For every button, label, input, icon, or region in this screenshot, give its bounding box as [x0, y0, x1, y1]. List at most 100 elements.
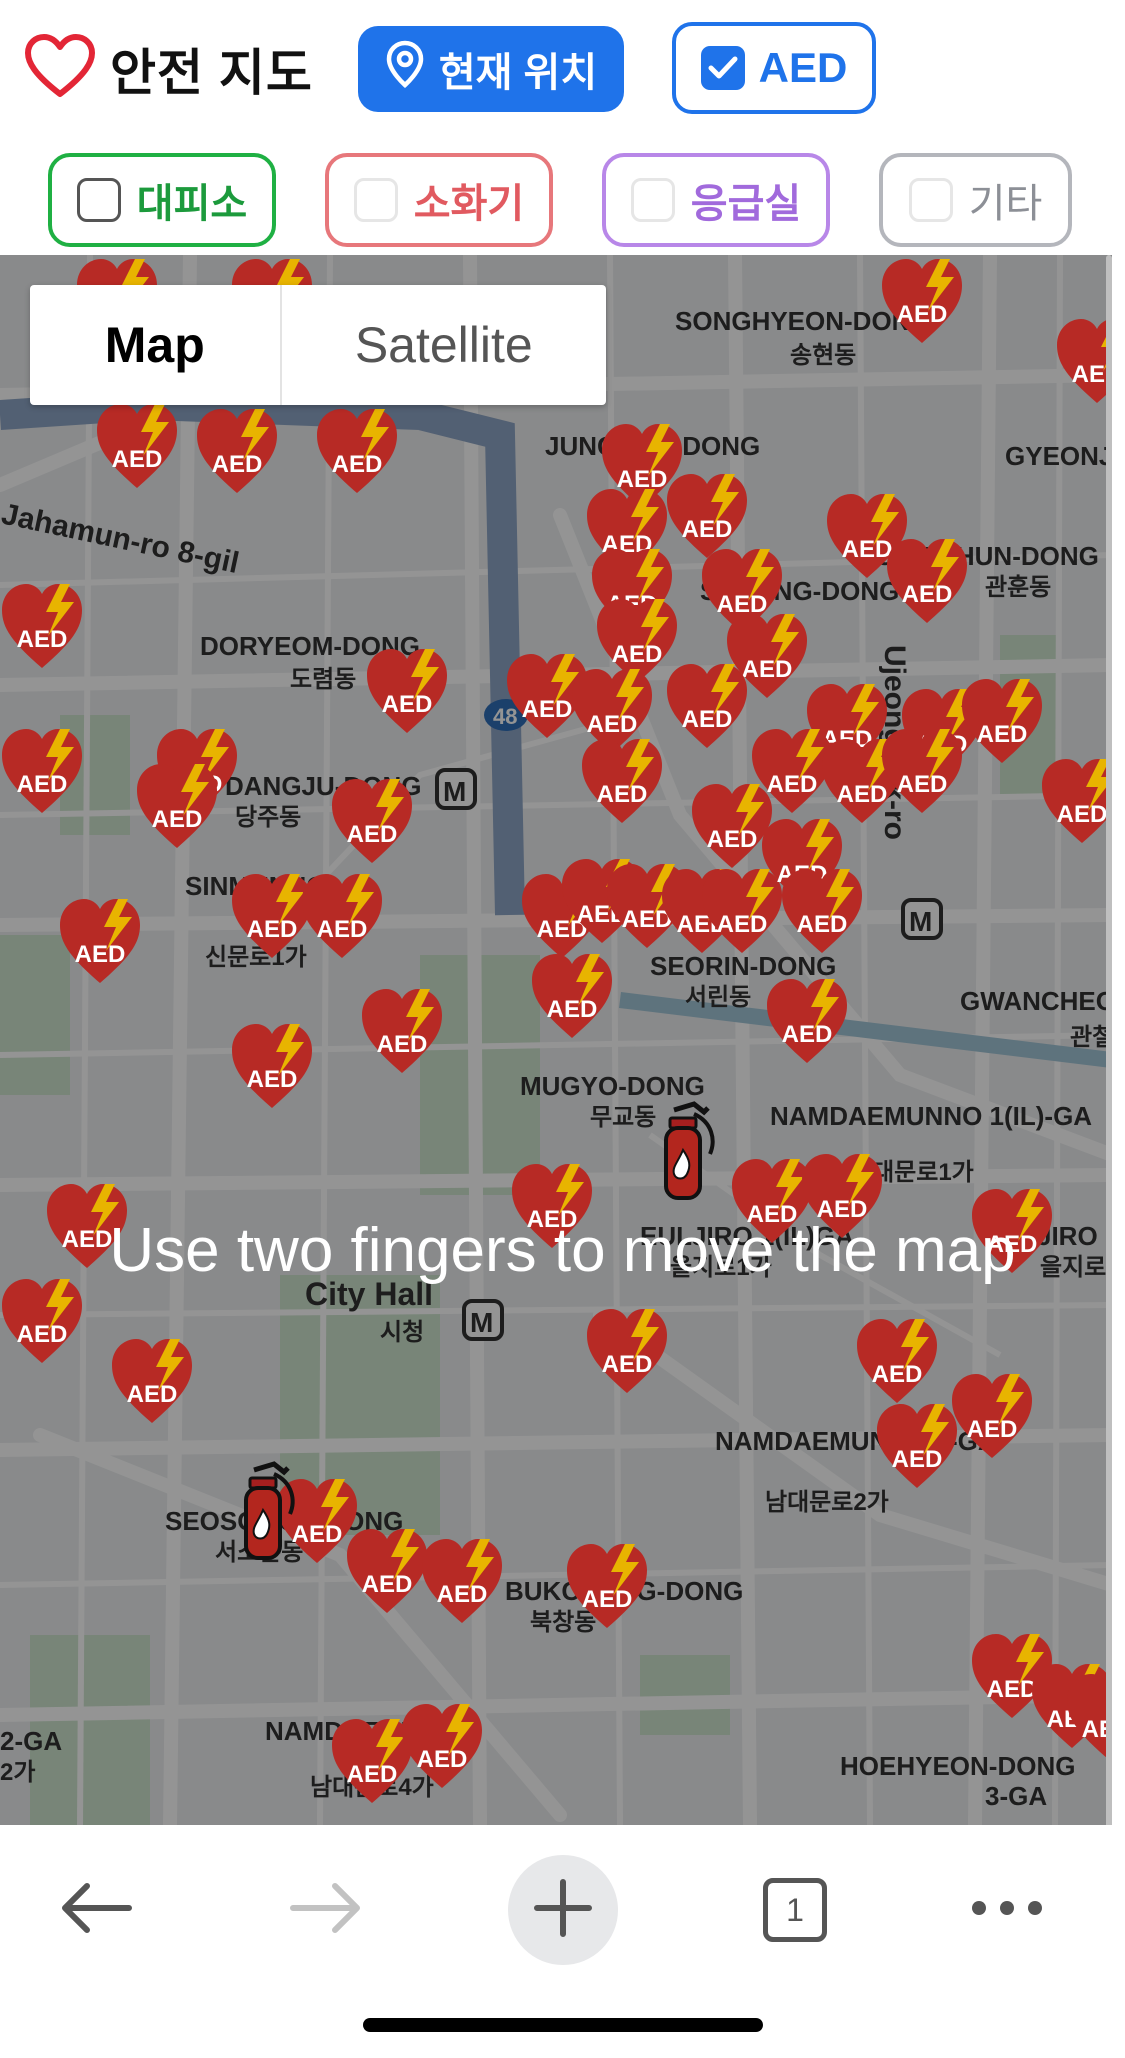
location-pin-icon: [385, 40, 425, 98]
aed-marker[interactable]: AED: [765, 975, 861, 1065]
aed-marker[interactable]: AED: [360, 985, 456, 1075]
aed-marker[interactable]: AED: [195, 405, 291, 495]
filter-label: 소화기: [413, 182, 525, 226]
app-header: 안전 지도 현재 위치 AED 대피소 소화기 응급실 기타: [0, 0, 1125, 255]
aed-marker-label: AED: [126, 1381, 178, 1408]
aed-marker-label: AED: [376, 1031, 428, 1058]
aed-marker-label: AED: [381, 691, 433, 718]
forward-button[interactable]: [272, 1855, 382, 1965]
aed-marker[interactable]: AED: [0, 725, 96, 815]
app-title: 안전 지도: [110, 45, 313, 101]
aed-marker-label: AED: [601, 1351, 653, 1378]
aed-marker[interactable]: AED: [530, 950, 626, 1040]
aed-marker-label: AED: [316, 916, 368, 943]
map-type-map-button[interactable]: Map: [30, 285, 282, 405]
aed-marker-label: AED: [901, 581, 953, 608]
checkbox-icon[interactable]: [76, 178, 121, 222]
aed-marker-label: AED: [346, 821, 398, 848]
aed-marker[interactable]: AED: [1040, 755, 1112, 845]
checkbox-icon[interactable]: [908, 178, 953, 222]
filter-extinguisher[interactable]: 소화기: [325, 153, 553, 247]
aed-marker-label: AED: [681, 706, 733, 733]
aed-marker[interactable]: AED: [0, 1275, 96, 1365]
filter-emergency-room[interactable]: 응급실: [602, 153, 830, 247]
aed-marker-label: AED: [16, 1321, 68, 1348]
map-view[interactable]: SONGHYEON-DONG 송현동 JUNGHAK-DONG GYEONJI …: [0, 255, 1112, 1825]
aed-marker-label: AED: [896, 301, 948, 328]
aed-marker[interactable]: AED: [230, 1020, 326, 1110]
aed-toggle-label: AED: [758, 44, 848, 91]
aed-marker[interactable]: AED: [880, 255, 976, 345]
aed-marker[interactable]: AED: [400, 1700, 496, 1790]
aed-marker[interactable]: AED: [585, 1305, 681, 1395]
aed-marker[interactable]: AED: [95, 400, 191, 490]
aed-marker[interactable]: AED: [58, 895, 154, 985]
aed-marker[interactable]: AED: [0, 580, 96, 670]
aed-marker[interactable]: AED: [880, 725, 976, 815]
filter-label: 대피소: [136, 182, 248, 226]
aed-marker-label: AED: [361, 1571, 413, 1598]
filter-label: 기타: [968, 182, 1043, 226]
aed-marker-label: AED: [1081, 1716, 1112, 1743]
aed-marker-label: AED: [1071, 361, 1112, 388]
aed-marker[interactable]: AED: [780, 865, 876, 955]
fire-extinguisher-icon[interactable]: [240, 1460, 300, 1570]
tabs-button[interactable]: 1: [740, 1855, 850, 1965]
aed-marker-label: AED: [16, 771, 68, 798]
aed-toggle[interactable]: AED: [672, 22, 876, 114]
aed-marker[interactable]: AED: [1055, 315, 1112, 405]
map-type-satellite-button[interactable]: Satellite: [282, 285, 606, 405]
aed-marker-label: AED: [596, 781, 648, 808]
home-indicator: [363, 2018, 763, 2032]
aed-marker-label: AED: [1056, 801, 1108, 828]
aed-marker[interactable]: AED: [330, 775, 426, 865]
aed-marker[interactable]: AED: [135, 760, 231, 850]
checkbox-icon[interactable]: [630, 178, 675, 222]
fire-extinguisher-icon[interactable]: [660, 1100, 720, 1210]
heart-outline-icon: [24, 33, 96, 105]
aed-marker-label: AED: [896, 771, 948, 798]
aed-marker[interactable]: AED: [580, 735, 676, 825]
aed-marker-label: AED: [211, 451, 263, 478]
aed-marker-label: AED: [331, 451, 383, 478]
aed-marker-label: AED: [74, 941, 126, 968]
current-location-label: 현재 위치: [438, 51, 598, 95]
aed-marker[interactable]: AED: [565, 1540, 661, 1630]
tab-count: 1: [763, 1878, 827, 1942]
aed-marker-label: AED: [716, 911, 768, 938]
aed-marker-label: AED: [871, 1361, 923, 1388]
checkbox-icon[interactable]: [353, 178, 398, 222]
back-button[interactable]: [40, 1855, 150, 1965]
aed-marker-label: AED: [436, 1581, 488, 1608]
aed-marker-label: AED: [546, 996, 598, 1023]
aed-marker[interactable]: AED: [855, 1315, 951, 1405]
arrow-right-icon: [289, 1880, 365, 1941]
aed-marker[interactable]: AED: [885, 535, 981, 625]
filter-shelter[interactable]: 대피소: [48, 153, 276, 247]
brand: 안전 지도: [24, 33, 313, 105]
new-tab-button[interactable]: [508, 1855, 618, 1965]
aed-marker-label: AED: [781, 1021, 833, 1048]
aed-marker-label: AED: [416, 1746, 468, 1773]
arrow-left-icon: [57, 1880, 133, 1941]
more-menu-button[interactable]: [952, 1855, 1062, 1965]
aed-marker-label: AED: [681, 516, 733, 543]
aed-marker[interactable]: AED: [365, 645, 461, 735]
aed-marker[interactable]: AED: [420, 1535, 516, 1625]
checkbox-checked-icon[interactable]: [700, 46, 745, 90]
aed-marker-label: AED: [111, 446, 163, 473]
aed-marker-label: AED: [796, 911, 848, 938]
aed-marker[interactable]: AED: [875, 1400, 971, 1490]
aed-marker[interactable]: AED: [110, 1335, 206, 1425]
current-location-button[interactable]: 현재 위치: [358, 26, 624, 112]
aed-marker[interactable]: AED: [665, 660, 761, 750]
aed-marker-label: AED: [151, 806, 203, 833]
aed-marker[interactable]: AED: [315, 405, 411, 495]
page-scrollbar[interactable]: [1106, 255, 1112, 1825]
plus-icon: [533, 1878, 593, 1943]
aed-marker[interactable]: AED: [300, 870, 396, 960]
aed-marker[interactable]: AED: [1065, 1670, 1112, 1760]
aed-marker-label: AED: [246, 1066, 298, 1093]
filter-label: 응급실: [690, 182, 802, 226]
filter-other[interactable]: 기타: [879, 153, 1072, 247]
